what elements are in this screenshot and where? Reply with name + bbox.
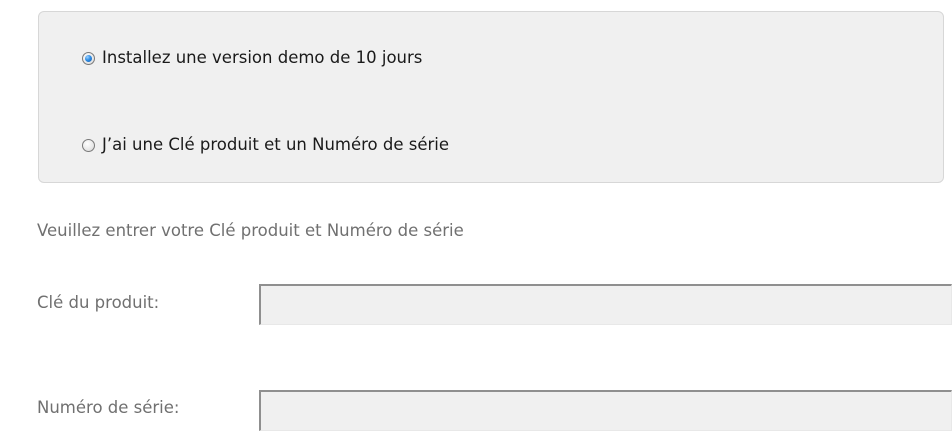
demo-version-option[interactable]: Installez une version demo de 10 jours [82,48,422,67]
serial-number-input[interactable] [259,390,952,431]
radio-unselected-icon[interactable] [82,138,95,152]
demo-version-label[interactable]: Installez une version demo de 10 jours [102,48,422,67]
install-type-groupbox: Installez une version demo de 10 jours J… [38,11,944,183]
product-key-option-label[interactable]: J’ai une Clé produit et un Numéro de sér… [102,135,449,154]
radio-dot [85,54,92,62]
serial-number-label: Numéro de série: [37,398,180,417]
product-key-label: Clé du produit: [37,293,160,312]
product-key-input[interactable] [259,284,952,325]
product-key-instructions: Veuillez entrer votre Clé produit et Num… [37,221,464,240]
product-key-option[interactable]: J’ai une Clé produit et un Numéro de sér… [82,135,449,154]
radio-selected-icon[interactable] [82,51,95,65]
